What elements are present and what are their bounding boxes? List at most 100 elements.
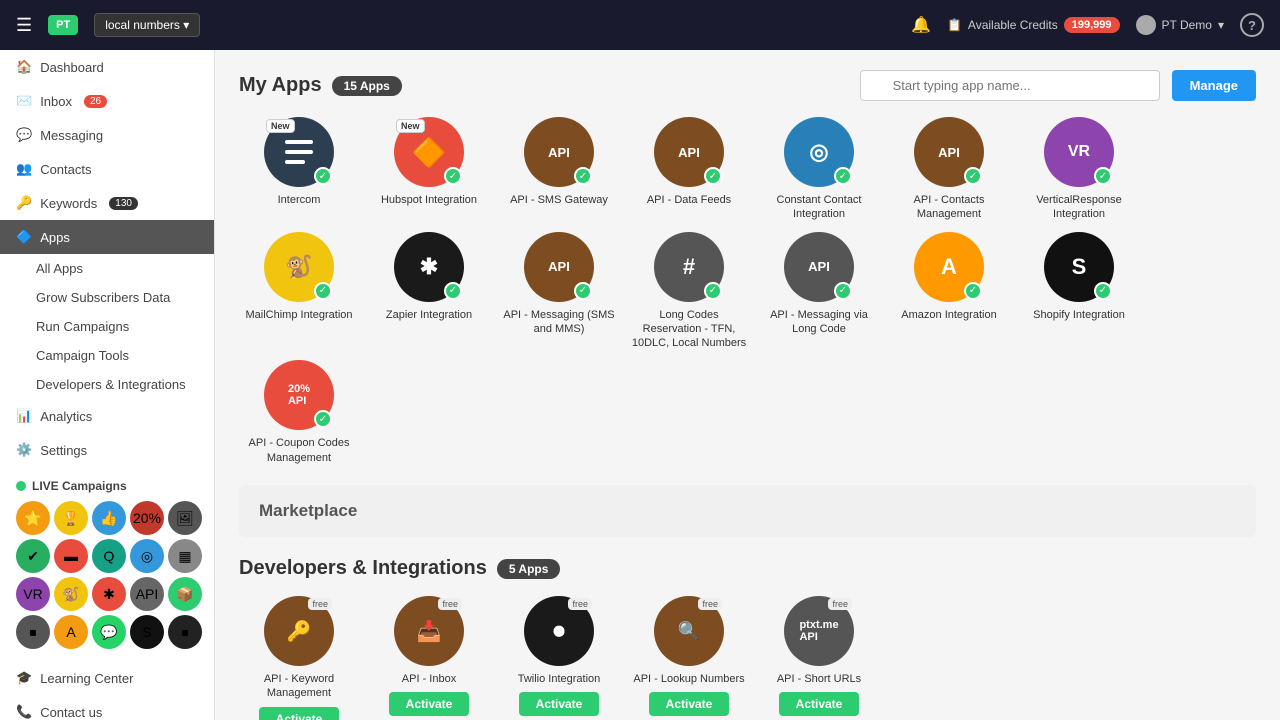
live-icon-9[interactable]: ◎ bbox=[130, 539, 164, 573]
app-card-zapier[interactable]: ✱ ✓ Zapier Integration bbox=[369, 232, 489, 351]
sidebar-item-all-apps[interactable]: All Apps bbox=[0, 254, 214, 283]
app-name-constant-contact: Constant Contact Integration bbox=[759, 193, 879, 222]
app-name-coupon-codes: API - Coupon Codes Management bbox=[239, 436, 359, 465]
app-name-sms-gateway: API - SMS Gateway bbox=[510, 193, 608, 207]
search-wrapper: 🔍 bbox=[860, 70, 1160, 101]
app-card-messaging-sms[interactable]: API ✓ API - Messaging (SMS and MMS) bbox=[499, 232, 619, 351]
credits-display: 📋 Available Credits 199,999 bbox=[947, 17, 1120, 33]
live-icon-17[interactable]: A bbox=[54, 615, 88, 649]
sidebar-item-analytics[interactable]: 📊 Analytics bbox=[0, 399, 214, 433]
live-icon-11[interactable]: VR bbox=[16, 577, 50, 611]
live-icon-16[interactable]: ⏹ bbox=[16, 615, 50, 649]
app-card-long-codes[interactable]: # ✓ Long Codes Reservation - TFN, 10DLC,… bbox=[629, 232, 749, 351]
sidebar-item-run-campaigns[interactable]: Run Campaigns bbox=[0, 312, 214, 341]
sidebar-item-developers[interactable]: Developers & Integrations bbox=[0, 370, 214, 399]
sidebar-item-messaging[interactable]: 💬 Messaging bbox=[0, 118, 214, 152]
app-name-intercom: Intercom bbox=[278, 193, 321, 207]
contacts-icon: 👥 bbox=[16, 161, 32, 177]
app-check-mailchimp: ✓ bbox=[314, 282, 332, 300]
bell-icon[interactable]: 🔔 bbox=[911, 15, 931, 35]
app-new-badge-hubspot: New bbox=[396, 119, 425, 133]
sidebar-item-keywords[interactable]: 🔑 Keywords 130 bbox=[0, 186, 214, 220]
app-name-shopify: Shopify Integration bbox=[1033, 308, 1125, 322]
live-icon-19[interactable]: S bbox=[130, 615, 164, 649]
live-icon-8[interactable]: Q bbox=[92, 539, 126, 573]
learning-icon: 🎓 bbox=[16, 670, 32, 686]
live-icon-2[interactable]: 🏆 bbox=[54, 501, 88, 535]
app-card-amazon[interactable]: A ✓ Amazon Integration bbox=[889, 232, 1009, 351]
activate-button-api-inbox[interactable]: Activate bbox=[389, 692, 469, 716]
developers-title-row: Developers & Integrations 5 Apps bbox=[239, 557, 1256, 580]
sidebar-item-campaign-tools[interactable]: Campaign Tools bbox=[0, 341, 214, 370]
inbox-badge: 26 bbox=[84, 95, 107, 108]
app-card-hubspot[interactable]: 🔶 New ✓ Hubspot Integration bbox=[369, 117, 489, 222]
activate-button-short-urls[interactable]: Activate bbox=[779, 692, 859, 716]
live-icon-12[interactable]: 🐒 bbox=[54, 577, 88, 611]
sidebar-item-dashboard[interactable]: 🏠 Dashboard bbox=[0, 50, 214, 84]
app-card-api-inbox[interactable]: 📥 free API - Inbox Activate bbox=[369, 596, 489, 720]
sidebar-item-grow-subscribers[interactable]: Grow Subscribers Data bbox=[0, 283, 214, 312]
app-free-keyword-mgmt: free bbox=[308, 598, 332, 610]
app-check-amazon: ✓ bbox=[964, 282, 982, 300]
live-icon-3[interactable]: 👍 bbox=[92, 501, 126, 535]
user-menu[interactable]: PT Demo ▾ bbox=[1136, 15, 1225, 35]
app-card-mailchimp[interactable]: 🐒 ✓ MailChimp Integration bbox=[239, 232, 359, 351]
contact-icon: 📞 bbox=[16, 704, 32, 720]
live-icon-13[interactable]: ✱ bbox=[92, 577, 126, 611]
app-card-intercom[interactable]: New ✓ Intercom bbox=[239, 117, 359, 222]
marketplace-section: Marketplace bbox=[239, 485, 1256, 537]
live-icon-18[interactable]: 💬 bbox=[92, 615, 126, 649]
live-icon-20[interactable]: ⏹ bbox=[168, 615, 202, 649]
live-icon-4[interactable]: 20% bbox=[130, 501, 164, 535]
live-icon-6[interactable]: ✔ bbox=[16, 539, 50, 573]
sidebar-item-learning-center[interactable]: 🎓 Learning Center bbox=[0, 661, 214, 695]
sidebar-item-contact-us[interactable]: 📞 Contact us bbox=[0, 695, 214, 720]
settings-icon: ⚙️ bbox=[16, 442, 32, 458]
my-apps-title-row: My Apps 15 Apps bbox=[239, 74, 402, 97]
app-name-keyword-mgmt: API - Keyword Management bbox=[239, 672, 359, 701]
app-check-vertical-response: ✓ bbox=[1094, 167, 1112, 185]
live-campaigns-label: LIVE Campaigns bbox=[8, 475, 206, 497]
sidebar-item-settings[interactable]: ⚙️ Settings bbox=[0, 433, 214, 467]
sidebar-item-inbox[interactable]: ✉️ Inbox 26 bbox=[0, 84, 214, 118]
app-card-vertical-response[interactable]: VR ✓ VerticalResponse Integration bbox=[1019, 117, 1139, 222]
dashboard-icon: 🏠 bbox=[16, 59, 32, 75]
live-icon-14[interactable]: API bbox=[130, 577, 164, 611]
account-selector[interactable]: local numbers ▾ bbox=[94, 13, 200, 37]
help-icon[interactable]: ? bbox=[1240, 13, 1264, 37]
app-card-lookup-numbers[interactable]: 🔍 free API - Lookup Numbers Activate bbox=[629, 596, 749, 720]
live-icon-7[interactable]: ▬ bbox=[54, 539, 88, 573]
activate-button-twilio[interactable]: Activate bbox=[519, 692, 599, 716]
live-icons-grid: ⭐ 🏆 👍 20% 🖼 ✔ ▬ Q ◎ ▦ VR 🐒 ✱ API 📦 ⏹ A 💬… bbox=[8, 497, 206, 653]
sidebar: 🏠 Dashboard ✉️ Inbox 26 💬 Messaging 👥 Co… bbox=[0, 50, 215, 720]
app-card-twilio[interactable]: ⏺ free Twilio Integration Activate bbox=[499, 596, 619, 720]
app-card-coupon-codes[interactable]: 20%API ✓ API - Coupon Codes Management bbox=[239, 360, 359, 465]
app-name-vertical-response: VerticalResponse Integration bbox=[1019, 193, 1139, 222]
app-name-hubspot: Hubspot Integration bbox=[381, 193, 477, 207]
app-card-data-feeds[interactable]: API ✓ API - Data Feeds bbox=[629, 117, 749, 222]
app-card-shopify[interactable]: S ✓ Shopify Integration bbox=[1019, 232, 1139, 351]
activate-button-lookup-numbers[interactable]: Activate bbox=[649, 692, 729, 716]
live-icon-15[interactable]: 📦 bbox=[168, 577, 202, 611]
app-name-long-codes: Long Codes Reservation - TFN, 10DLC, Loc… bbox=[629, 308, 749, 351]
app-card-keyword-mgmt[interactable]: 🔑 free API - Keyword Management Activate bbox=[239, 596, 359, 720]
app-check-contacts-mgmt: ✓ bbox=[964, 167, 982, 185]
app-card-constant-contact[interactable]: ◎ ✓ Constant Contact Integration bbox=[759, 117, 879, 222]
sidebar-item-apps[interactable]: 🔷 Apps bbox=[0, 220, 214, 254]
app-card-sms-gateway[interactable]: API ✓ API - SMS Gateway bbox=[499, 117, 619, 222]
sidebar-item-contacts[interactable]: 👥 Contacts bbox=[0, 152, 214, 186]
developers-badge: 5 Apps bbox=[497, 559, 561, 579]
app-name-zapier: Zapier Integration bbox=[386, 308, 472, 322]
menu-icon[interactable]: ☰ bbox=[16, 15, 32, 36]
app-card-short-urls[interactable]: ptxt.meAPI free API - Short URLs Activat… bbox=[759, 596, 879, 720]
activate-button-keyword-mgmt[interactable]: Activate bbox=[259, 707, 339, 720]
live-icon-1[interactable]: ⭐ bbox=[16, 501, 50, 535]
my-apps-header: My Apps 15 Apps 🔍 Manage bbox=[239, 70, 1256, 101]
live-icon-5[interactable]: 🖼 bbox=[168, 501, 202, 535]
app-card-messaging-longcode[interactable]: API ✓ API - Messaging via Long Code bbox=[759, 232, 879, 351]
app-search-input[interactable] bbox=[860, 70, 1160, 101]
app-name-messaging-longcode: API - Messaging via Long Code bbox=[759, 308, 879, 337]
app-card-contacts-mgmt[interactable]: API ✓ API - Contacts Management bbox=[889, 117, 1009, 222]
manage-button[interactable]: Manage bbox=[1172, 70, 1256, 101]
live-icon-10[interactable]: ▦ bbox=[168, 539, 202, 573]
